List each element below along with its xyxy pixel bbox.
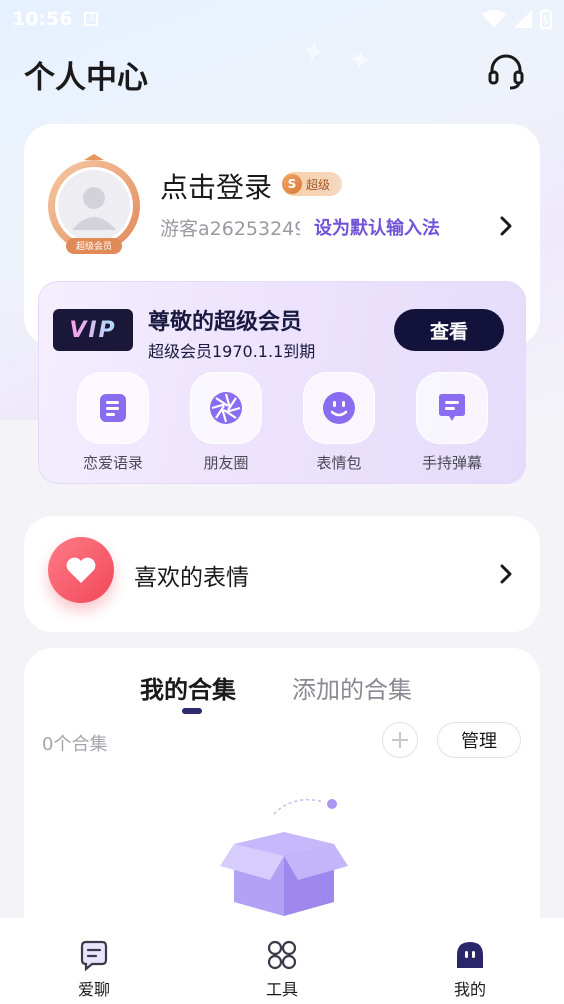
battery-icon xyxy=(540,9,552,29)
status-bar: 10:56 A xyxy=(0,0,564,38)
empty-box-icon xyxy=(220,799,348,916)
feature-label: 朋友圈 xyxy=(203,454,249,472)
feature-label: 手持弹幕 xyxy=(421,454,482,472)
nav-label: 我的 xyxy=(453,980,486,999)
feature-icon-box xyxy=(303,372,375,444)
document-icon xyxy=(100,394,126,422)
heart-badge xyxy=(48,537,114,603)
nav-label: 工具 xyxy=(265,980,298,999)
add-collection-button[interactable] xyxy=(382,722,418,758)
avatar-frame-label: 超级会员 xyxy=(75,242,112,252)
feature-icon-box xyxy=(77,372,149,444)
aperture-icon xyxy=(210,392,242,424)
feature-icon-box xyxy=(190,372,262,444)
feature-moments[interactable]: 朋友圈 xyxy=(176,372,276,473)
heart-icon xyxy=(66,557,96,583)
nav-profile[interactable]: 我的 xyxy=(376,918,564,1004)
manage-button[interactable]: 管理 xyxy=(437,722,521,758)
svip-badge-label: 超级 xyxy=(306,177,331,192)
headset-icon[interactable] xyxy=(486,52,526,92)
feature-love-quotes[interactable]: 恋爱语录 xyxy=(63,372,163,473)
feature-handheld-barrage[interactable]: 手持弹幕 xyxy=(402,372,502,473)
collections-card: 我的合集 添加的合集 0个合集 管理 xyxy=(24,648,540,948)
tab-my-collections[interactable]: 我的合集 xyxy=(140,670,236,705)
grid-icon xyxy=(267,940,297,970)
message-icon xyxy=(439,394,465,421)
svip-badge: S 超级 xyxy=(282,172,342,196)
svip-s-icon: S xyxy=(282,174,302,194)
bottom-nav: 爱聊 工具 我的 xyxy=(0,918,564,1004)
avatar[interactable]: 超级会员 xyxy=(44,154,144,264)
set-default-link[interactable]: 设为默认输入法 xyxy=(314,214,440,240)
feature-label: 表情包 xyxy=(316,454,362,472)
favorite-stickers-row[interactable]: 喜欢的表情 xyxy=(24,516,540,632)
notification-icon: A xyxy=(84,12,99,26)
vip-expire: 超级会员1970.1.1到期 xyxy=(148,342,316,361)
nav-tools[interactable]: 工具 xyxy=(188,918,376,1004)
tab-indicator xyxy=(182,708,202,714)
status-time: 10:56 xyxy=(12,8,73,30)
vip-card: VIP 尊敬的超级会员 超级会员1970.1.1到期 查看 恋爱语录 朋友圈 表… xyxy=(38,281,526,484)
chevron-right-icon xyxy=(500,564,512,584)
login-label[interactable]: 点击登录 xyxy=(160,166,272,206)
nav-label: 爱聊 xyxy=(77,980,110,999)
feature-icon-box xyxy=(416,372,488,444)
smile-icon xyxy=(323,392,355,424)
vip-logo: VIP xyxy=(53,309,133,351)
collection-count: 0个合集 xyxy=(42,734,108,755)
feature-stickers[interactable]: 表情包 xyxy=(289,372,389,473)
chat-icon xyxy=(80,940,108,972)
chevron-right-icon[interactable] xyxy=(496,214,516,238)
guest-id: 游客a26253249 xyxy=(160,218,300,240)
status-icons xyxy=(482,9,552,29)
profile-icon xyxy=(457,942,483,968)
nav-chat[interactable]: 爱聊 xyxy=(0,918,188,1004)
feature-label: 恋爱语录 xyxy=(82,454,143,472)
tab-added-collections[interactable]: 添加的合集 xyxy=(292,670,412,705)
view-vip-button[interactable]: 查看 xyxy=(394,309,504,351)
favorite-stickers-label: 喜欢的表情 xyxy=(134,565,249,591)
page-title: 个人中心 xyxy=(24,60,148,96)
wifi-icon xyxy=(482,10,506,28)
vip-title: 尊敬的超级会员 xyxy=(148,310,303,335)
plus-icon xyxy=(392,732,408,748)
signal-icon xyxy=(514,10,532,28)
